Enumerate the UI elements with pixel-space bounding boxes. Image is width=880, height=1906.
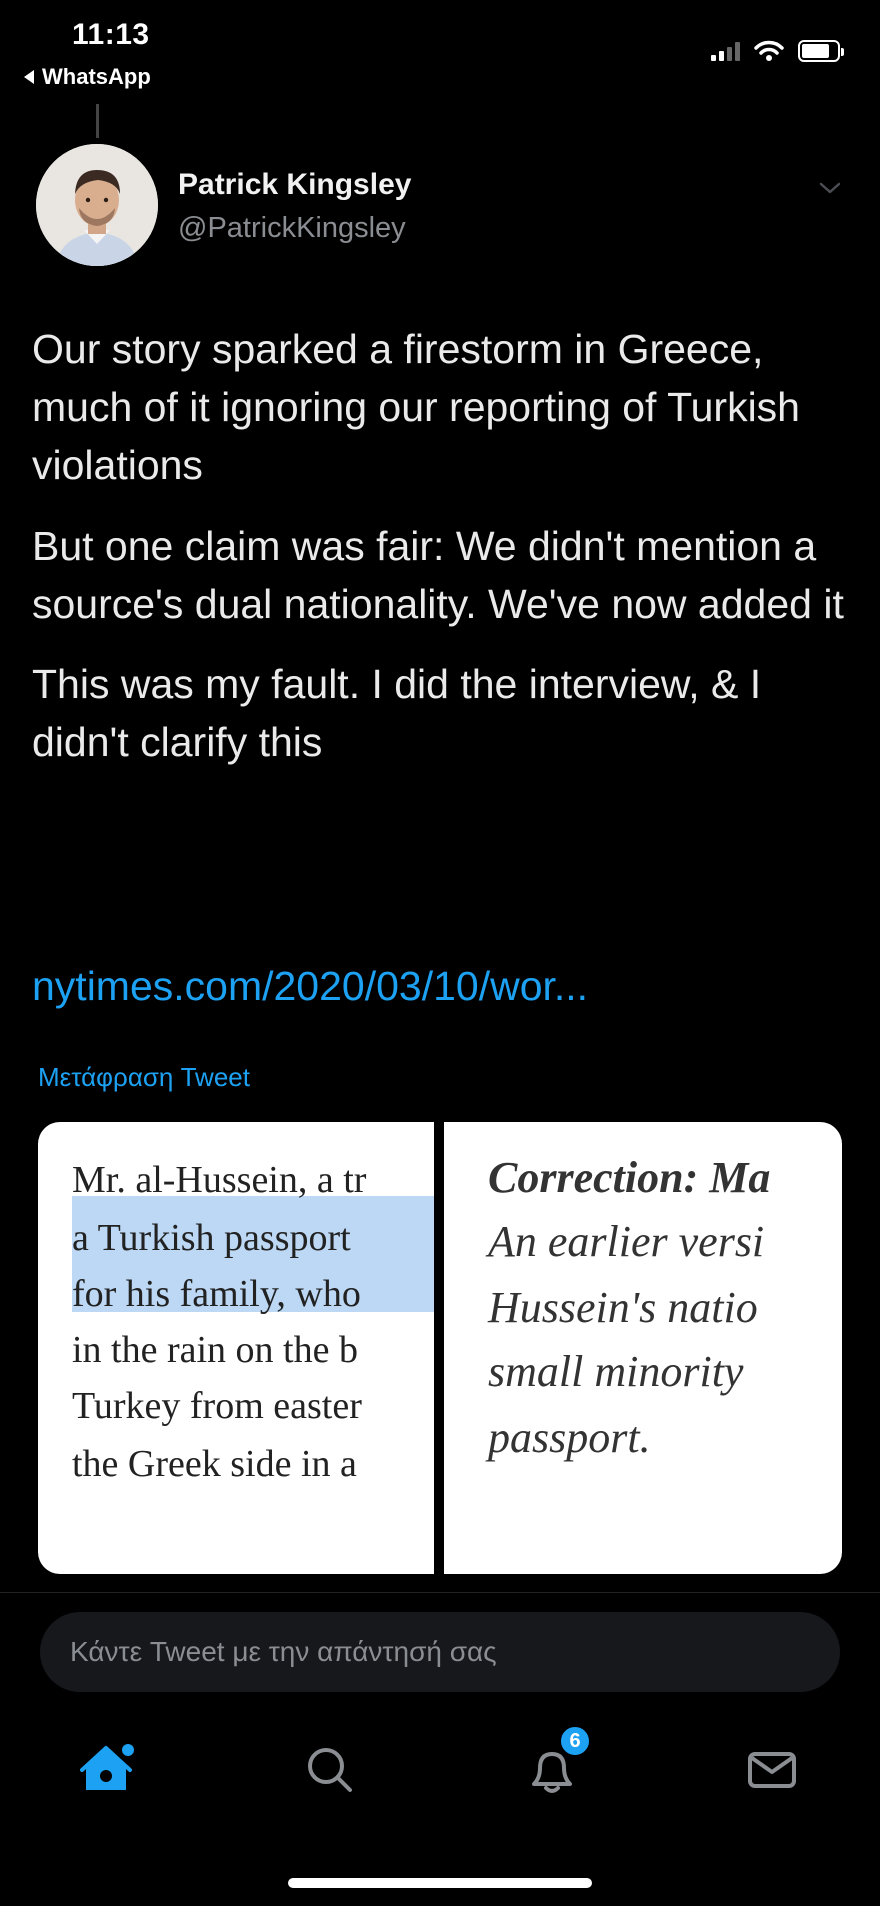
tweet-paragraph: But one claim was fair: We didn't mentio…	[32, 522, 844, 627]
mail-icon	[748, 1752, 796, 1788]
cellular-signal-icon	[711, 41, 740, 61]
back-to-app-link[interactable]: WhatsApp	[24, 64, 151, 90]
tab-notifications[interactable]: 6	[520, 1724, 592, 1802]
tweet-link[interactable]: nytimes.com/2020/03/10/wor...	[32, 963, 588, 1010]
thread-connector-line	[96, 104, 99, 138]
tweet-text: Our story sparked a firestorm in Greece,…	[32, 320, 852, 794]
author-name[interactable]: Patrick Kingsley	[178, 168, 411, 202]
system-icons	[711, 40, 844, 62]
search-icon	[308, 1748, 352, 1792]
tab-home[interactable]	[76, 1738, 140, 1802]
image-text-line: Turkey from easter	[72, 1385, 362, 1427]
image-text-line: a Turkish passport	[72, 1217, 351, 1259]
status-time: 11:13	[72, 18, 150, 51]
author-handle[interactable]: @PatrickKingsley	[178, 212, 406, 245]
back-app-label: WhatsApp	[42, 64, 151, 89]
media-image-left[interactable]: Mr. al-Hussein, a tr a Turkish passport …	[38, 1122, 434, 1574]
image-text-line: for his family, who	[72, 1273, 361, 1315]
tab-messages[interactable]	[740, 1738, 804, 1802]
tab-bar: 6	[0, 1720, 880, 1820]
avatar-photo	[36, 144, 158, 266]
divider	[0, 1592, 880, 1593]
back-arrow-icon	[24, 70, 34, 84]
image-text-line: small minority	[488, 1347, 744, 1396]
reply-input[interactable]: Κάντε Tweet με την απάντησή σας	[40, 1612, 840, 1692]
battery-icon	[798, 40, 844, 62]
tweet-paragraph: Our story sparked a firestorm in Greece,…	[32, 326, 800, 489]
media-image-right[interactable]: Correction: Ma An earlier versi Hussein'…	[444, 1122, 842, 1574]
tab-search[interactable]	[298, 1738, 362, 1802]
image-text-line: in the rain on the b	[72, 1329, 358, 1371]
image-text-line: Correction: Ma	[488, 1153, 771, 1202]
home-icon	[80, 1744, 134, 1790]
notifications-badge: 6	[558, 1724, 592, 1758]
image-text-line: Hussein's natio	[488, 1283, 758, 1332]
tweet-paragraph: This was my fault. I did the interview, …	[32, 661, 762, 766]
reply-placeholder: Κάντε Tweet με την απάντησή σας	[70, 1636, 497, 1667]
image-text-line: the Greek side in a	[72, 1443, 357, 1485]
translate-tweet-link[interactable]: Μετάφραση Tweet	[38, 1062, 250, 1093]
home-indicator[interactable]	[288, 1878, 592, 1888]
chevron-down-icon[interactable]	[818, 176, 842, 200]
image-text-line: Mr. al-Hussein, a tr	[72, 1159, 367, 1201]
tweet-media-images[interactable]: Mr. al-Hussein, a tr a Turkish passport …	[38, 1122, 842, 1574]
avatar[interactable]	[36, 144, 158, 266]
image-text-line: An earlier versi	[488, 1217, 765, 1266]
wifi-icon	[754, 40, 784, 61]
image-text-line: passport.	[488, 1413, 651, 1462]
status-bar: 11:13 WhatsApp	[0, 0, 880, 100]
